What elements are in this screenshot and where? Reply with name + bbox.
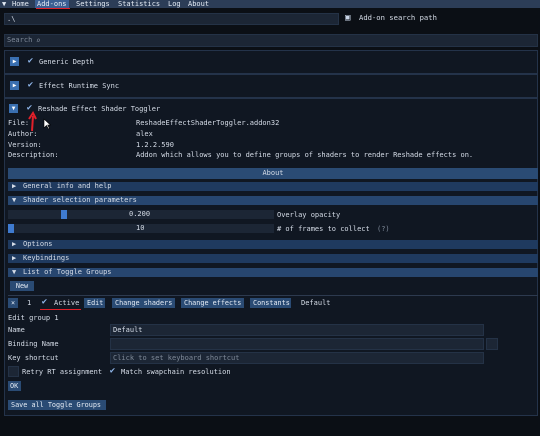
section-label: List of Toggle Groups — [23, 268, 112, 276]
path-input[interactable]: .\ — [4, 13, 339, 25]
search-icon: ⌕ — [36, 36, 41, 45]
overlay-opacity-label: Overlay opacity — [277, 211, 341, 219]
section-label: Shader selection parameters — [23, 196, 137, 204]
section-keybindings[interactable]: ▶ Keybindings — [8, 254, 538, 263]
description-label: Description: — [8, 151, 59, 159]
section-general-info[interactable]: ▶ General info and help — [8, 182, 538, 191]
section-label: Options — [23, 240, 53, 248]
collapse-arrow-icon[interactable]: ▼ — [9, 104, 18, 113]
ok-button[interactable]: OK — [8, 381, 21, 391]
save-all-label: Save all Toggle Groups — [11, 401, 102, 409]
enabled-checkbox[interactable]: ✔ — [26, 57, 35, 66]
menu-bar: ▼ Home Add-ons Settings Statistics Log A… — [0, 0, 540, 8]
divider — [8, 295, 538, 296]
change-shaders-label: Change shaders — [115, 299, 173, 307]
search-input[interactable]: Search ⌕ — [4, 34, 538, 47]
group-index: 1 — [27, 299, 32, 307]
new-button-label: New — [15, 282, 29, 290]
edit-button-label: Edit — [87, 299, 104, 307]
file-label: File: — [8, 119, 30, 127]
binding-name-input[interactable] — [110, 338, 484, 350]
group-name: Default — [301, 299, 331, 307]
path-value: .\ — [7, 15, 16, 23]
retry-rt-checkbox[interactable] — [8, 366, 19, 377]
menu-arrow-icon[interactable]: ▼ — [0, 0, 8, 8]
enabled-checkbox[interactable]: ✔ — [26, 81, 35, 90]
mouse-cursor-icon — [43, 118, 51, 130]
section-toggle-groups[interactable]: ▼ List of Toggle Groups — [8, 268, 538, 277]
slider-grab[interactable] — [8, 224, 14, 233]
expand-arrow-icon[interactable]: ▶ — [10, 81, 19, 90]
key-shortcut-input[interactable]: Click to set keyboard shortcut — [110, 352, 484, 364]
slider-value: 0.200 — [129, 210, 151, 218]
menu-item-settings[interactable]: Settings — [74, 0, 112, 8]
change-effects-label: Change effects — [184, 299, 242, 307]
match-swapchain-checkbox[interactable]: ✔ — [108, 367, 117, 376]
author-value: alex — [136, 130, 153, 138]
file-value: ReshadeEffectShaderToggler.addon32 — [136, 119, 280, 127]
frames-to-collect-label: # of frames to collect — [277, 225, 370, 233]
active-label: Active — [54, 299, 80, 307]
addon-panel-effect-runtime-sync: ▶ ✔ Effect Runtime Sync — [4, 74, 538, 98]
addon-panel-generic-depth: ▶ ✔ Generic Depth — [4, 50, 538, 74]
name-input[interactable]: Default — [110, 324, 484, 336]
slider-grab[interactable] — [61, 210, 67, 219]
collapsed-arrow-icon: ▶ — [12, 240, 17, 248]
slider-value: 10 — [136, 224, 145, 232]
menu-item-home[interactable]: Home — [10, 0, 31, 8]
save-all-groups-button[interactable]: Save all Toggle Groups — [8, 400, 106, 410]
frames-to-collect-slider[interactable]: 10 — [8, 224, 274, 233]
constants-label: Constants — [253, 299, 290, 307]
about-button-label: About — [262, 169, 284, 177]
key-shortcut-label: Key shortcut — [8, 354, 59, 362]
edit-group-title: Edit group 1 — [8, 314, 59, 322]
name-label: Name — [8, 326, 25, 334]
description-value: Addon which allows you to define groups … — [136, 151, 474, 159]
match-swapchain-label: Match swapchain resolution — [121, 368, 231, 376]
section-shader-selection[interactable]: ▼ Shader selection parameters — [8, 196, 538, 205]
search-label: Search — [7, 36, 33, 44]
menu-item-log[interactable]: Log — [166, 0, 183, 8]
version-label: Version: — [8, 141, 42, 149]
collapsed-arrow-icon: ▶ — [12, 182, 17, 190]
binding-name-label: Binding Name — [8, 340, 59, 348]
section-label: Keybindings — [23, 254, 70, 262]
change-effects-button[interactable]: Change effects — [181, 298, 244, 308]
binding-dropdown-button[interactable] — [486, 338, 498, 350]
author-label: Author: — [8, 130, 38, 138]
section-options[interactable]: ▶ Options — [8, 240, 538, 249]
help-marker[interactable]: (?) — [377, 225, 390, 233]
annotation-underline-addons — [36, 8, 70, 9]
expand-arrow-icon[interactable]: ▶ — [10, 57, 19, 66]
folder-icon[interactable]: ▣ — [345, 13, 355, 23]
active-checkbox[interactable]: ✔ — [40, 298, 49, 307]
name-value: Default — [113, 326, 143, 334]
annotation-underline-active — [40, 309, 81, 310]
collapsed-arrow-icon: ▶ — [12, 254, 17, 262]
expanded-arrow-icon: ▼ — [12, 268, 17, 276]
edit-button[interactable]: Edit — [84, 298, 105, 308]
addon-name: Generic Depth — [39, 58, 94, 66]
constants-button[interactable]: Constants — [250, 298, 291, 308]
addon-name: Reshade Effect Shader Toggler — [38, 105, 161, 113]
menu-item-statistics[interactable]: Statistics — [116, 0, 162, 8]
about-button[interactable]: About — [8, 168, 538, 179]
overlay-opacity-slider[interactable]: 0.200 — [8, 210, 274, 219]
remove-group-button[interactable]: × — [8, 298, 18, 308]
menu-item-addons[interactable]: Add-ons — [35, 0, 69, 8]
close-icon: × — [10, 299, 16, 307]
ok-button-label: OK — [10, 382, 19, 390]
expanded-arrow-icon: ▼ — [12, 196, 17, 204]
new-group-button[interactable]: New — [10, 281, 34, 291]
addon-search-path-label: Add-on search path — [359, 13, 437, 22]
change-shaders-button[interactable]: Change shaders — [112, 298, 175, 308]
menu-item-about[interactable]: About — [186, 0, 211, 8]
addon-name: Effect Runtime Sync — [39, 82, 120, 90]
key-shortcut-placeholder: Click to set keyboard shortcut — [113, 354, 240, 362]
section-label: General info and help — [23, 182, 112, 190]
retry-rt-label: Retry RT assignment — [22, 368, 103, 376]
version-value: 1.2.2.590 — [136, 141, 174, 149]
